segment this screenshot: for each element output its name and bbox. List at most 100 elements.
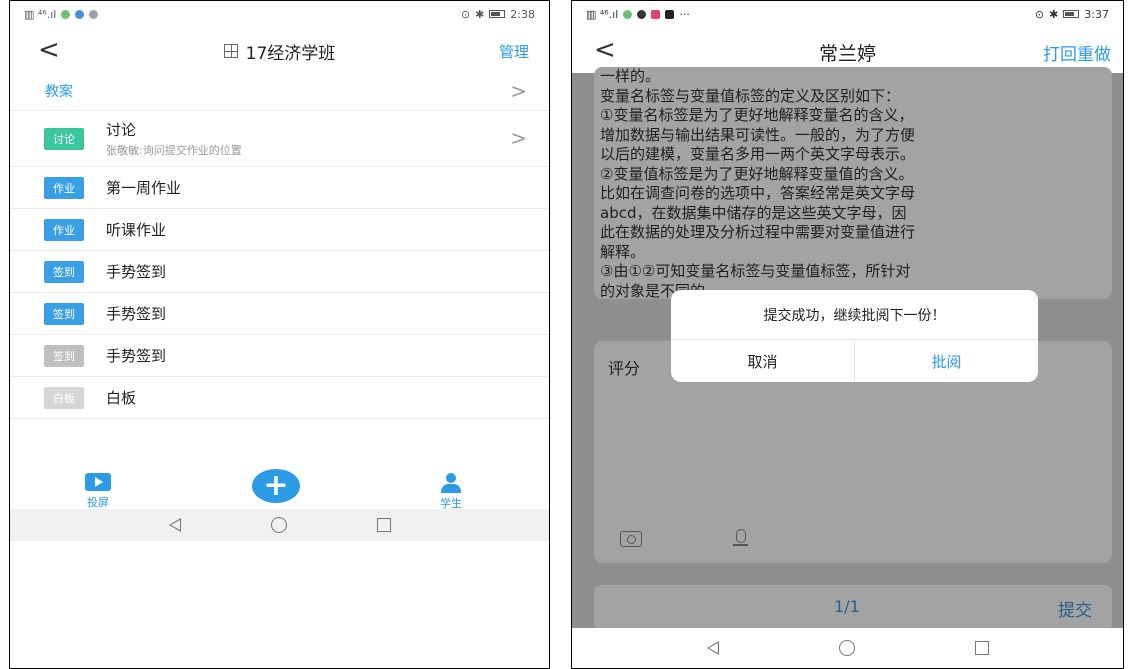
right-phone-screen: ▥ ⁴⁶.ıl ··· ⊙ ✱ 3:37 < 常兰婷 打回重做 一样的。 变量名标… xyxy=(571,0,1124,669)
camera-icon[interactable] xyxy=(620,531,642,547)
answer-line: abcd，在数据集中储存的是这些英文字母，因 xyxy=(600,203,907,222)
chevron-right-icon: > xyxy=(510,79,527,103)
status-time: 3:37 xyxy=(1084,7,1109,21)
submit-button[interactable]: 提交 xyxy=(1058,596,1092,621)
system-back-icon[interactable] xyxy=(168,518,181,532)
system-nav-bar xyxy=(572,628,1123,668)
item-label: 手势签到 xyxy=(106,305,167,323)
activity-list: 教案 > 讨论 讨论 张敬敏:询问提交作业的位置 > 作业 第一周作业 作业 听… xyxy=(10,71,549,419)
page-title: 17经济学班 xyxy=(223,39,336,64)
screen-cast-icon xyxy=(85,473,111,491)
wifi-icon xyxy=(623,9,633,19)
user-icon xyxy=(438,473,464,493)
score-label: 评分 xyxy=(608,359,641,378)
tag-badge: 签到 xyxy=(44,260,84,283)
battery-icon xyxy=(489,10,506,18)
answer-line: ③由①②可知变量名标签与变量值标签，所针对 xyxy=(600,262,911,280)
student-name-title: 常兰婷 xyxy=(818,43,876,65)
wifi-icon xyxy=(61,9,71,19)
review-next-button[interactable]: 批阅 xyxy=(855,340,1038,382)
manage-button[interactable]: 管理 xyxy=(499,41,529,62)
class-grid-icon xyxy=(223,44,238,58)
status-bar: ▥ ⁴⁶.ıl ⊙ ✱ 2:38 xyxy=(10,1,549,27)
bluetooth-icon: ✱ xyxy=(475,7,485,21)
answer-line: 增加数据与输出结果可读性。一般的，为了方便 xyxy=(600,125,916,144)
app-notify-icon xyxy=(637,9,647,19)
system-recents-icon[interactable] xyxy=(974,641,989,655)
more-icon: ··· xyxy=(679,7,690,21)
system-back-icon[interactable] xyxy=(706,641,719,655)
list-item-checkin-1[interactable]: 签到 手势签到 xyxy=(10,251,549,293)
status-icons-right: ⊙ ✱ 2:38 xyxy=(461,8,535,21)
signal-icon: ▥ ⁴⁶.ıl xyxy=(24,7,57,21)
left-phone-screen: ▥ ⁴⁶.ıl ⊙ ✱ 2:38 < 17经济学班 管理 教案 > 讨论 讨论 xyxy=(9,0,550,669)
signal-icon: ▥ ⁴⁶.ıl xyxy=(586,7,619,21)
alarm-icon: ⊙ xyxy=(460,7,471,21)
chevron-right-icon: > xyxy=(510,126,527,150)
nav-bar: < 17经济学班 管理 xyxy=(10,31,549,71)
tag-badge: 作业 xyxy=(44,176,84,199)
tag-badge: 讨论 xyxy=(44,127,84,150)
list-item-checkin-2[interactable]: 签到 手势签到 xyxy=(10,293,549,335)
class-name: 17经济学班 xyxy=(245,43,336,64)
answer-line: 解释。 xyxy=(600,242,646,261)
tab-students[interactable]: 学生 xyxy=(438,473,464,511)
app-notify-icon-2 xyxy=(89,9,99,19)
item-label: 听课作业 xyxy=(106,221,167,239)
tag-badge: 作业 xyxy=(44,218,84,241)
answer-line: 比如在调查问卷的选项中，答案经常是英文字母 xyxy=(600,184,916,202)
item-label: 第一周作业 xyxy=(106,179,182,197)
pager-bar: 1/1 提交 xyxy=(594,585,1112,631)
status-bar: ▥ ⁴⁶.ıl ··· ⊙ ✱ 3:37 xyxy=(572,1,1123,27)
list-item-homework-2[interactable]: 作业 听课作业 xyxy=(10,209,549,251)
add-button[interactable]: + xyxy=(252,469,300,503)
tab-screen-cast[interactable]: 投屏 xyxy=(85,473,111,510)
answer-line: 变量名标签与变量值标签的定义及区别如下： xyxy=(600,86,901,105)
system-recents-icon[interactable] xyxy=(376,518,391,532)
return-redo-button[interactable]: 打回重做 xyxy=(1043,40,1111,65)
submit-success-dialog: 提交成功，继续批阅下一份！ 取消 批阅 xyxy=(671,290,1038,382)
list-item-whiteboard[interactable]: 白板 白板 xyxy=(10,377,549,419)
status-icons-right: ⊙ ✱ 3:37 xyxy=(1035,8,1109,21)
list-item-discussion[interactable]: 讨论 讨论 张敬敏:询问提交作业的位置 > xyxy=(10,111,549,167)
section-lesson-plan[interactable]: 教案 > xyxy=(10,71,549,111)
battery-icon xyxy=(1063,10,1080,18)
answer-line: ②变量值标签是为了更好地解释变量值的含义。 xyxy=(600,164,914,183)
item-subtitle: 张敬敏:询问提交作业的位置 xyxy=(106,144,242,157)
answer-line: ①变量名标签是为了更好地解释变量名的含义， xyxy=(600,106,914,124)
list-item-checkin-3[interactable]: 签到 手势签到 xyxy=(10,335,549,377)
tiktok-icon xyxy=(665,9,675,19)
list-item-homework-1[interactable]: 作业 第一周作业 xyxy=(10,167,549,209)
item-text: 讨论 张敬敏:询问提交作业的位置 xyxy=(106,119,242,158)
system-nav-bar xyxy=(10,509,549,541)
system-home-icon[interactable] xyxy=(838,640,855,656)
answer-text: 一样的。 变量名标签与变量值标签的定义及区别如下： ①变量名标签是为了更好地解释变量… xyxy=(600,67,1106,301)
status-time: 2:38 xyxy=(510,7,535,21)
app-notify-icon xyxy=(75,9,85,19)
item-label: 白板 xyxy=(106,389,137,407)
answer-content-card: 一样的。 变量名标签与变量值标签的定义及区别如下： ①变量名标签是为了更好地解释变量… xyxy=(594,67,1112,301)
dialog-message: 提交成功，继续批阅下一份！ xyxy=(671,290,1038,340)
dialog-buttons: 取消 批阅 xyxy=(671,340,1038,382)
item-label: 讨论 xyxy=(106,121,137,139)
tab-label: 投屏 xyxy=(87,496,109,509)
app-notify-icon-2 xyxy=(651,9,661,19)
status-icons-left: ▥ ⁴⁶.ıl ··· xyxy=(586,8,690,21)
answer-line: 以后的建模，变量名多用一两个英文字母表示。 xyxy=(600,145,916,163)
status-icons-left: ▥ ⁴⁶.ıl xyxy=(24,7,99,21)
system-home-icon[interactable] xyxy=(270,517,287,533)
answer-line: 此在数据的处理及分析过程中需要对变量值进行 xyxy=(600,223,916,241)
back-button[interactable]: < xyxy=(38,35,60,65)
bluetooth-icon: ✱ xyxy=(1049,7,1059,21)
section-label: 教案 xyxy=(45,83,73,100)
microphone-icon[interactable] xyxy=(733,529,748,546)
item-label: 手势签到 xyxy=(106,263,167,281)
alarm-icon: ⊙ xyxy=(1034,7,1045,21)
cancel-button[interactable]: 取消 xyxy=(671,340,855,382)
answer-line: 一样的。 xyxy=(600,67,661,85)
page-indicator: 1/1 xyxy=(834,597,860,616)
item-label: 手势签到 xyxy=(106,347,167,365)
tag-badge: 白板 xyxy=(44,386,84,409)
tag-badge: 签到 xyxy=(44,302,84,325)
tag-badge: 签到 xyxy=(44,344,84,367)
